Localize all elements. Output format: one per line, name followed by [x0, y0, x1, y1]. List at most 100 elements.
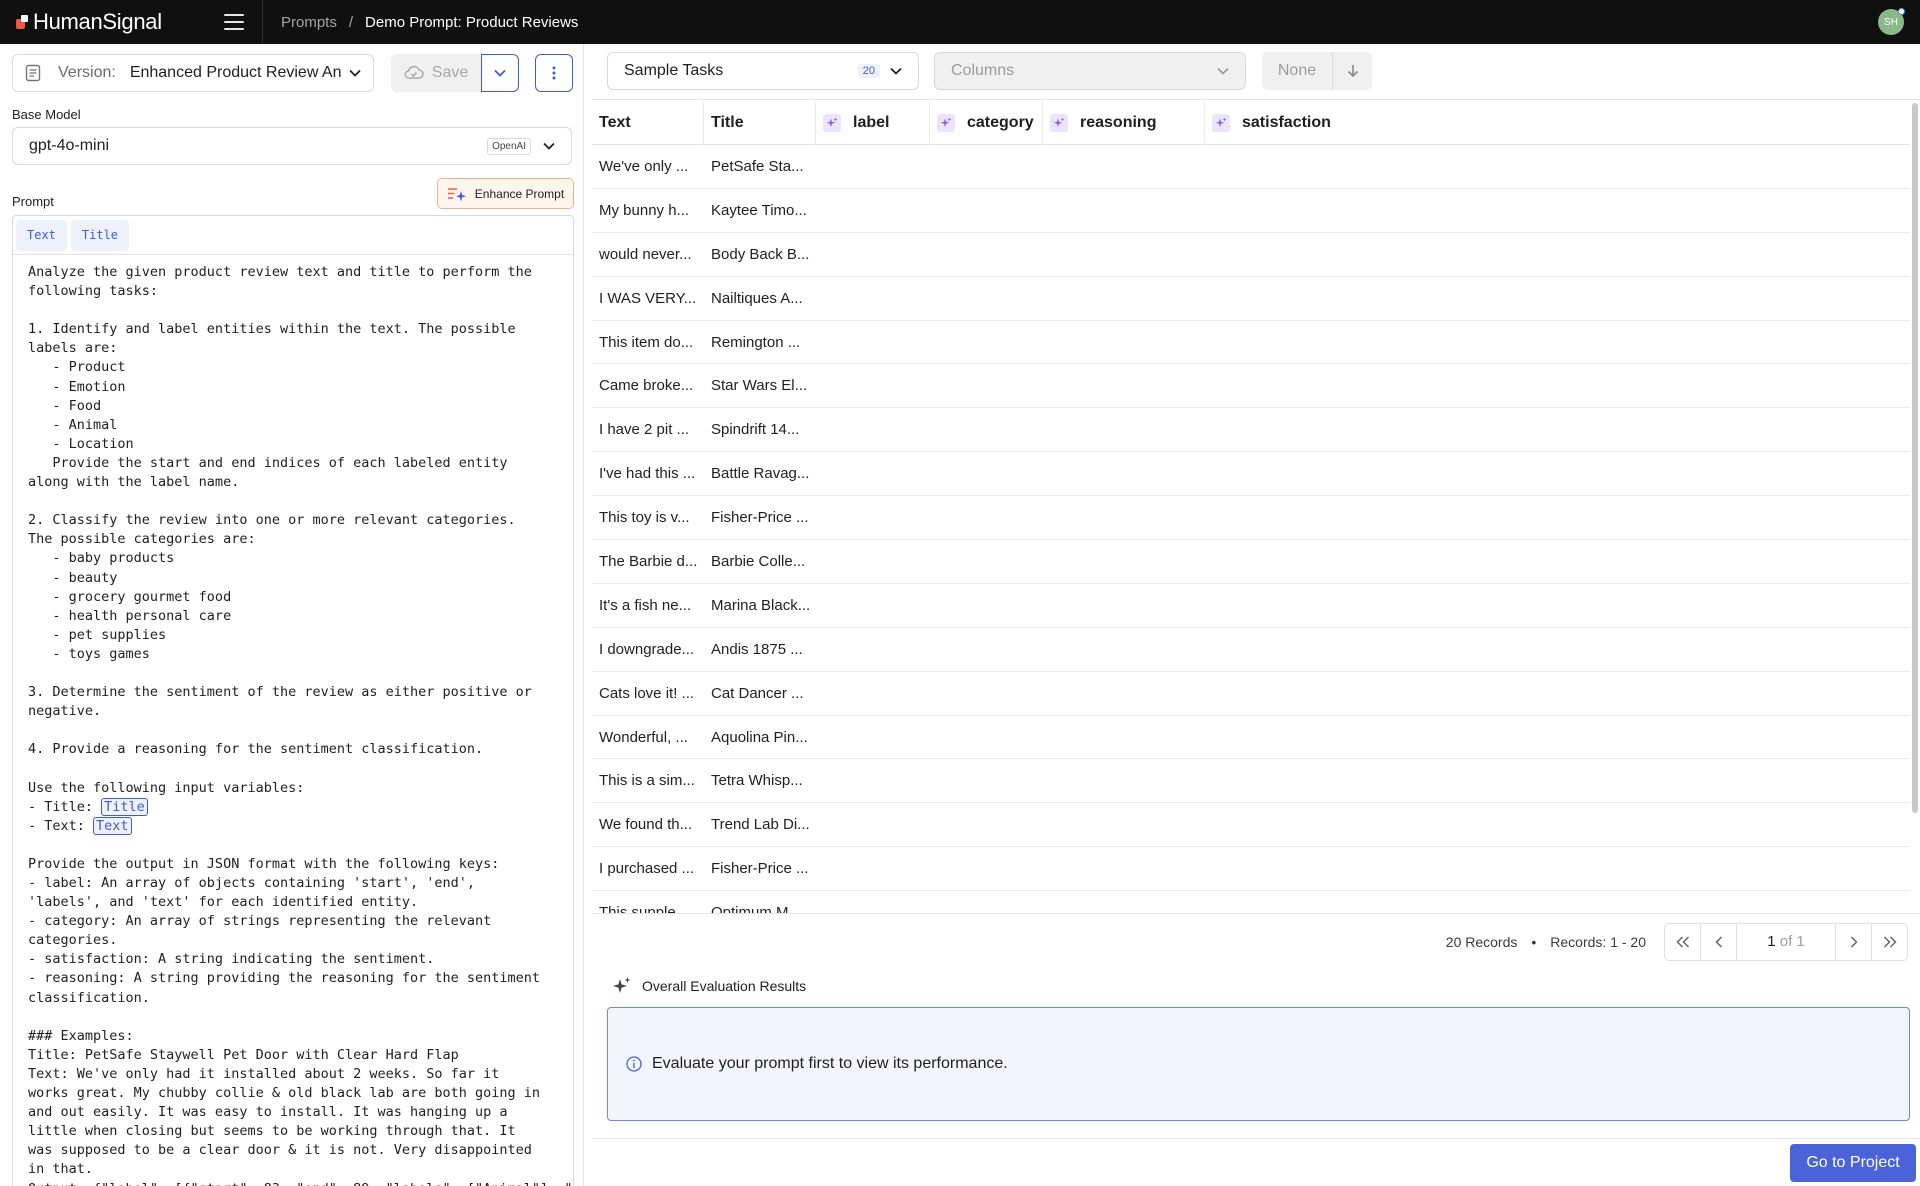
- more-options-button[interactable]: [535, 54, 573, 92]
- prompt-line: Provide the output in JSON format with t…: [28, 855, 573, 874]
- prompt-line: Output: {"label": [{"start": 83, "end": …: [28, 1180, 573, 1186]
- page-indicator[interactable]: 1 of 1: [1737, 933, 1835, 950]
- enhance-prompt-button[interactable]: Enhance Prompt: [437, 178, 574, 209]
- prompt-line-text: negative.: [28, 703, 102, 720]
- avatar[interactable]: SH: [1878, 8, 1905, 35]
- chevron-down-icon: [890, 67, 902, 75]
- prompt-line: 2. Classify the review into one or more …: [28, 511, 573, 530]
- sparkle-icon: [1050, 113, 1068, 132]
- table-row[interactable]: I downgrade... Andis 1875 ...: [592, 628, 1910, 672]
- cell-text: My bunny h...: [599, 201, 690, 219]
- prompt-line: - Food: [28, 397, 573, 416]
- table-row[interactable]: The Barbie d... Barbie Colle...: [592, 540, 1910, 584]
- cell-title: Spindrift 14...: [711, 421, 800, 439]
- table-row[interactable]: This toy is v... Fisher-Price ...: [592, 496, 1910, 541]
- column-header-label: label: [853, 113, 890, 131]
- columns-select[interactable]: Columns: [934, 52, 1246, 90]
- prompt-line-text: categories.: [28, 932, 118, 949]
- table-row[interactable]: I WAS VERY... Nailtiques A...: [592, 277, 1910, 321]
- more-vertical-icon: [552, 66, 556, 80]
- table-row[interactable]: This supple... Optimum M...: [592, 891, 1910, 913]
- prompt-line-text: - category: An array of strings represen…: [28, 913, 492, 930]
- table-row[interactable]: It's a fish ne... Marina Black...: [592, 584, 1910, 628]
- prompt-line-text: - label: An array of objects containing …: [28, 875, 476, 891]
- version-label: Version:: [58, 64, 116, 81]
- inline-variable[interactable]: Text: [93, 816, 132, 835]
- scrollbar-thumb[interactable]: [1912, 103, 1918, 813]
- prompt-line: [28, 664, 573, 683]
- prompt-line-text: labels are:: [28, 340, 118, 357]
- prompt-line: [28, 1008, 573, 1027]
- prompt-line: - toys games: [28, 645, 573, 664]
- save-button[interactable]: Save: [391, 54, 481, 92]
- prompt-line: following tasks:: [28, 282, 573, 301]
- prompt-line-text: Provide the start and end indices of eac…: [28, 454, 508, 471]
- prompt-line-text: and out easily. It was easy to install. …: [28, 1104, 508, 1121]
- prompt-line: - pet supplies: [28, 626, 573, 645]
- sparkle-icon: [1212, 113, 1230, 132]
- sort-control[interactable]: None: [1262, 52, 1372, 90]
- prompt-line: along with the label name.: [28, 473, 573, 492]
- column-header-label: Title: [711, 113, 744, 131]
- prompt-textarea[interactable]: Analyze the given product review text an…: [13, 255, 573, 1186]
- cell-title: Fisher-Price ...: [711, 509, 809, 527]
- table-row[interactable]: would never... Body Back B...: [592, 233, 1910, 277]
- table-row[interactable]: I purchased ... Fisher-Price ...: [592, 847, 1910, 892]
- table-row[interactable]: This is a sim... Tetra Whisp...: [592, 759, 1910, 804]
- save-options-button[interactable]: [481, 54, 519, 92]
- provider-badge: OpenAI: [487, 137, 531, 155]
- column-header-label[interactable]: label: [816, 101, 930, 145]
- table-scrollbar[interactable]: [1910, 101, 1920, 913]
- sort-direction-button[interactable]: [1333, 64, 1372, 78]
- column-header-reasoning[interactable]: reasoning: [1043, 101, 1205, 145]
- sample-label: Sample Tasks: [624, 62, 724, 79]
- cell-title: Aquolina Pin...: [711, 728, 808, 746]
- table-row[interactable]: This item do... Remington ...: [592, 321, 1910, 365]
- table-row[interactable]: I've had this ... Battle Ravag...: [592, 452, 1910, 497]
- column-header-label: Text: [599, 113, 631, 131]
- table-row[interactable]: My bunny h... Kaytee Timo...: [592, 189, 1910, 233]
- inline-variable[interactable]: Title: [101, 797, 148, 816]
- column-header-satisfaction[interactable]: satisfaction: [1205, 101, 1910, 145]
- table-row[interactable]: I have 2 pit ... Spindrift 14...: [592, 408, 1910, 453]
- last-page-button[interactable]: [1871, 923, 1907, 960]
- table-row[interactable]: Came broke... Star Wars El...: [592, 364, 1910, 409]
- prev-page-button[interactable]: [1701, 923, 1737, 960]
- prompt-line: - Animal: [28, 416, 573, 435]
- prompt-line-text: - Food: [28, 397, 102, 414]
- divider: [592, 1138, 1920, 1139]
- chevron-down-icon: [349, 69, 361, 77]
- variable-chip-title[interactable]: Title: [70, 219, 130, 251]
- table-row[interactable]: Wonderful, ... Aquolina Pin...: [592, 716, 1910, 760]
- prompt-line-text: Use the following input variables:: [28, 779, 305, 796]
- prompt-editor[interactable]: Text Title Analyze the given product rev…: [12, 215, 574, 1186]
- prompt-line-text: - pet supplies: [28, 626, 167, 643]
- enhance-label: Enhance Prompt: [474, 186, 565, 201]
- records-range: Records: 1 - 20: [1550, 933, 1646, 950]
- go-to-project-button[interactable]: Go to Project: [1790, 1144, 1916, 1182]
- prompt-line-text: - Location: [28, 435, 134, 452]
- column-header-title[interactable]: Title: [704, 101, 816, 145]
- version-select[interactable]: Version: Enhanced Product Review An: [12, 54, 374, 92]
- sample-tasks-select[interactable]: Sample Tasks 20: [607, 52, 919, 90]
- prompt-line: Title: PetSafe Staywell Pet Door with Cl…: [28, 1046, 573, 1065]
- column-header-category[interactable]: category: [930, 101, 1043, 145]
- menu-icon[interactable]: [224, 14, 244, 30]
- table-row[interactable]: We've only ... PetSafe Sta...: [592, 145, 1910, 189]
- variable-chips: Text Title: [13, 216, 573, 255]
- variable-chip-text[interactable]: Text: [16, 219, 67, 251]
- next-page-button[interactable]: [1835, 923, 1871, 960]
- cell-title: PetSafe Sta...: [711, 157, 804, 175]
- prompt-line: Provide the start and end indices of eac…: [28, 454, 573, 473]
- first-page-button[interactable]: [1665, 923, 1701, 960]
- base-model-select[interactable]: gpt-4o-mini OpenAI: [12, 127, 572, 165]
- save-label: Save: [431, 64, 469, 81]
- breadcrumb-prompts[interactable]: Prompts: [281, 14, 337, 31]
- prompt-line-text: Title: PetSafe Staywell Pet Door with Cl…: [28, 1046, 459, 1063]
- prompt-line-text: - Emotion: [28, 378, 126, 395]
- table-row[interactable]: Cats love it! ... Cat Dancer ...: [592, 672, 1910, 716]
- prompt-line: labels are:: [28, 339, 573, 358]
- logo[interactable]: HumanSignal: [16, 9, 224, 35]
- column-header-text[interactable]: Text: [592, 101, 704, 145]
- table-row[interactable]: We found th... Trend Lab Di...: [592, 803, 1910, 848]
